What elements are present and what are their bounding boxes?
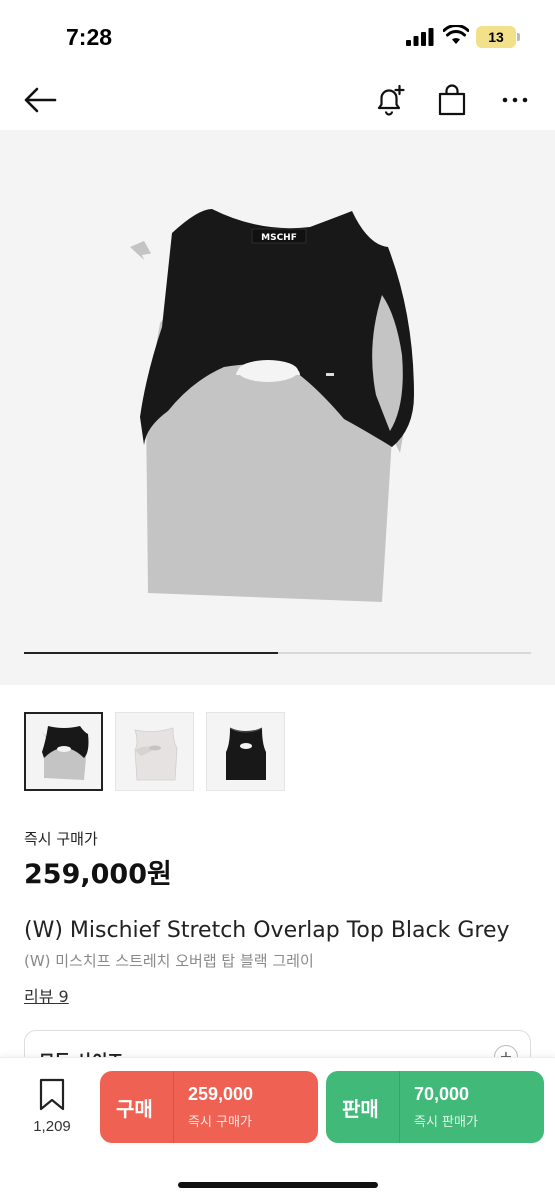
thumbnail-image xyxy=(225,727,266,780)
product-image-carousel[interactable]: MSCHF xyxy=(0,130,555,685)
buy-button[interactable]: 구매 259,000 즉시 구매가 xyxy=(100,1071,318,1143)
product-logo-text: MSCHF xyxy=(261,233,297,243)
more-button[interactable] xyxy=(495,80,535,120)
sell-label: 판매 xyxy=(342,1097,379,1121)
price-value: 259,000원 xyxy=(24,859,172,890)
buy-label: 구매 xyxy=(116,1097,153,1121)
carousel-progress xyxy=(24,652,531,654)
sell-button[interactable]: 판매 70,000 즉시 판매가 xyxy=(326,1071,544,1143)
buy-price: 259,000 xyxy=(188,1084,254,1104)
home-indicator xyxy=(178,1182,378,1188)
cart-button[interactable] xyxy=(432,80,472,120)
thumbnail-1[interactable] xyxy=(24,712,103,791)
battery-tip xyxy=(517,33,520,41)
sell-sublabel: 즉시 판매가 xyxy=(414,1115,478,1130)
battery-indicator: 13 xyxy=(476,26,516,48)
thumbnail-list xyxy=(24,712,285,791)
status-bar: 7:28 13 xyxy=(0,0,555,70)
price-label: 즉시 구매가 xyxy=(24,830,98,848)
back-button[interactable] xyxy=(20,80,60,120)
thumbnail-2[interactable] xyxy=(115,712,194,791)
thumbnail-3[interactable] xyxy=(206,712,285,791)
thumbnail-image xyxy=(41,725,88,780)
sell-price: 70,000 xyxy=(414,1084,470,1104)
carousel-progress-fill xyxy=(24,652,278,654)
bookmark-icon xyxy=(39,1078,65,1111)
product-title-ko: (W) 미스치프 스트레치 오버랩 탑 블랙 그레이 xyxy=(24,952,314,970)
status-time: 7:28 xyxy=(66,24,113,50)
review-link[interactable]: 리뷰 9 xyxy=(24,983,69,1007)
top-nav xyxy=(0,70,555,130)
wishlist-button[interactable]: 1,209 xyxy=(26,1078,78,1135)
signal-icon xyxy=(406,28,434,46)
product-title-en: (W) Mischief Stretch Overlap Top Black G… xyxy=(24,918,510,943)
sell-divider xyxy=(399,1071,400,1143)
shopping-bag-icon xyxy=(438,84,466,116)
wifi-icon xyxy=(443,25,469,44)
buy-sublabel: 즉시 구매가 xyxy=(188,1115,252,1130)
bottom-action-bar: 1,209 구매 259,000 즉시 구매가 판매 70,000 즉시 판매가 xyxy=(0,1057,555,1200)
bell-plus-icon xyxy=(377,84,405,116)
product-image: MSCHF xyxy=(130,209,414,602)
back-arrow-icon xyxy=(24,87,57,113)
alert-button[interactable] xyxy=(370,80,410,120)
more-icon xyxy=(502,97,528,103)
thumbnail-image xyxy=(133,726,177,780)
buy-divider xyxy=(173,1071,174,1143)
wishlist-count: 1,209 xyxy=(33,1118,71,1135)
